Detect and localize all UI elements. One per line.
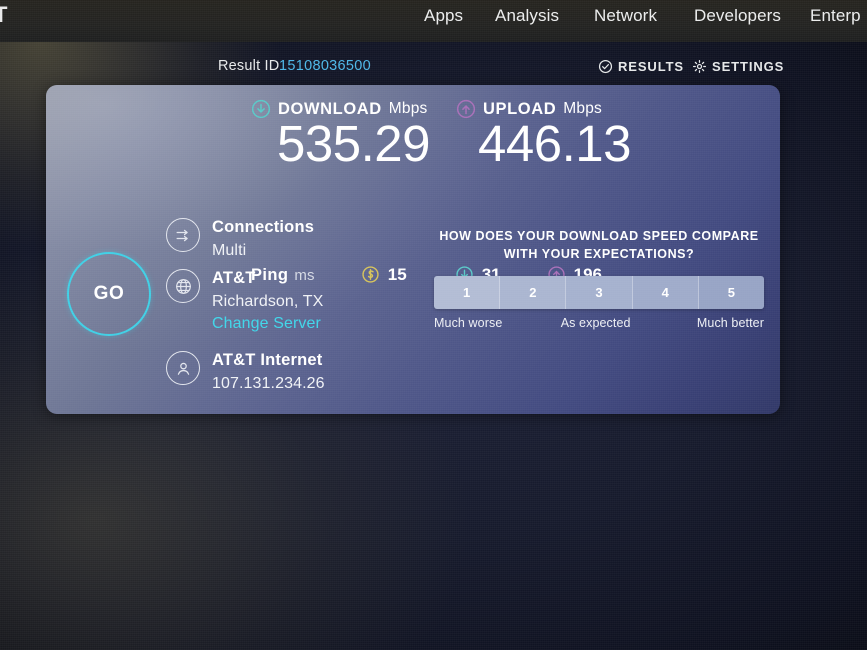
gear-icon (692, 59, 707, 74)
tab-results[interactable]: RESULTS (598, 59, 684, 74)
arrow-up-circle-icon (456, 99, 476, 119)
go-button-label: GO (93, 283, 125, 304)
nav-item-analysis[interactable]: Analysis (495, 6, 559, 26)
latency-idle-icon (361, 265, 381, 285)
result-id-value[interactable]: 15108036500 (279, 58, 371, 74)
tab-settings-label: SETTINGS (712, 59, 785, 74)
server-location: Richardson, TX (212, 292, 324, 310)
nav-item-network[interactable]: Network (594, 6, 657, 26)
info-row-server[interactable]: AT&T Richardson, TX Change Server (166, 268, 323, 335)
rating-option-4[interactable]: 4 (632, 276, 699, 310)
upload-result-block: UPLOAD Mbps 446.13 (456, 99, 676, 170)
rating-panel: HOW DOES YOUR DOWNLOAD SPEED COMPARE WIT… (434, 227, 764, 330)
rating-option-1[interactable]: 1 (434, 276, 501, 310)
ping-idle: 15 (361, 265, 407, 285)
change-server-link[interactable]: Change Server (212, 314, 323, 335)
nav-item-developers[interactable]: Developers (694, 6, 781, 26)
rating-option-5[interactable]: 5 (698, 276, 764, 310)
site-logo[interactable]: T (0, 2, 7, 28)
account-name: AT&T Internet (212, 351, 323, 369)
tab-settings[interactable]: SETTINGS (692, 59, 784, 74)
nav-item-enterprise[interactable]: Enterp (810, 6, 861, 26)
arrow-down-circle-icon (251, 99, 271, 119)
rating-question-line1: HOW DOES YOUR DOWNLOAD SPEED COMPARE (439, 229, 759, 243)
check-circle-icon (598, 59, 613, 74)
tab-results-label: RESULTS (618, 59, 685, 74)
info-row-connections[interactable]: Connections Multi (166, 217, 314, 261)
download-result-block: DOWNLOAD Mbps 535.29 (251, 99, 471, 170)
user-icon (166, 351, 200, 385)
rating-question-line2: WITH YOUR EXPECTATIONS? (503, 247, 695, 262)
upload-value: 446.13 (478, 115, 632, 172)
speedtest-result-card: DOWNLOAD Mbps 535.29 UPLOAD Mbps 446.13 … (46, 85, 780, 414)
rating-legend-high: Much better (696, 316, 764, 331)
ip-address: 107.131.234.26 (212, 374, 325, 392)
rating-legend-low: Much worse (434, 316, 503, 331)
rating-option-3[interactable]: 3 (566, 276, 633, 310)
rating-scale[interactable]: 1 2 3 4 5 (434, 276, 764, 310)
rating-legend-mid: As expected (560, 316, 631, 331)
download-value: 535.29 (277, 115, 431, 172)
connections-value: Multi (212, 241, 247, 259)
rating-legend: Much worse As expected Much better (434, 316, 764, 330)
connections-icon (166, 218, 200, 252)
globe-icon (166, 269, 200, 303)
go-button[interactable]: GO (67, 252, 151, 336)
connections-title: Connections (212, 218, 315, 236)
nav-item-apps[interactable]: Apps (424, 6, 463, 26)
result-id-label: Result ID (218, 58, 280, 74)
ping-idle-value: 15 (387, 265, 407, 284)
rating-option-2[interactable]: 2 (500, 276, 567, 310)
monitor-screen: T Apps Analysis Network Developers Enter… (0, 0, 867, 650)
server-isp-name: AT&T (212, 269, 256, 287)
top-navigation-bar: T Apps Analysis Network Developers Enter… (0, 0, 867, 42)
info-row-account[interactable]: AT&T Internet 107.131.234.26 (166, 350, 325, 394)
result-id-bar: Result ID 15108036500 RESULTS SETTINGS (0, 58, 867, 84)
